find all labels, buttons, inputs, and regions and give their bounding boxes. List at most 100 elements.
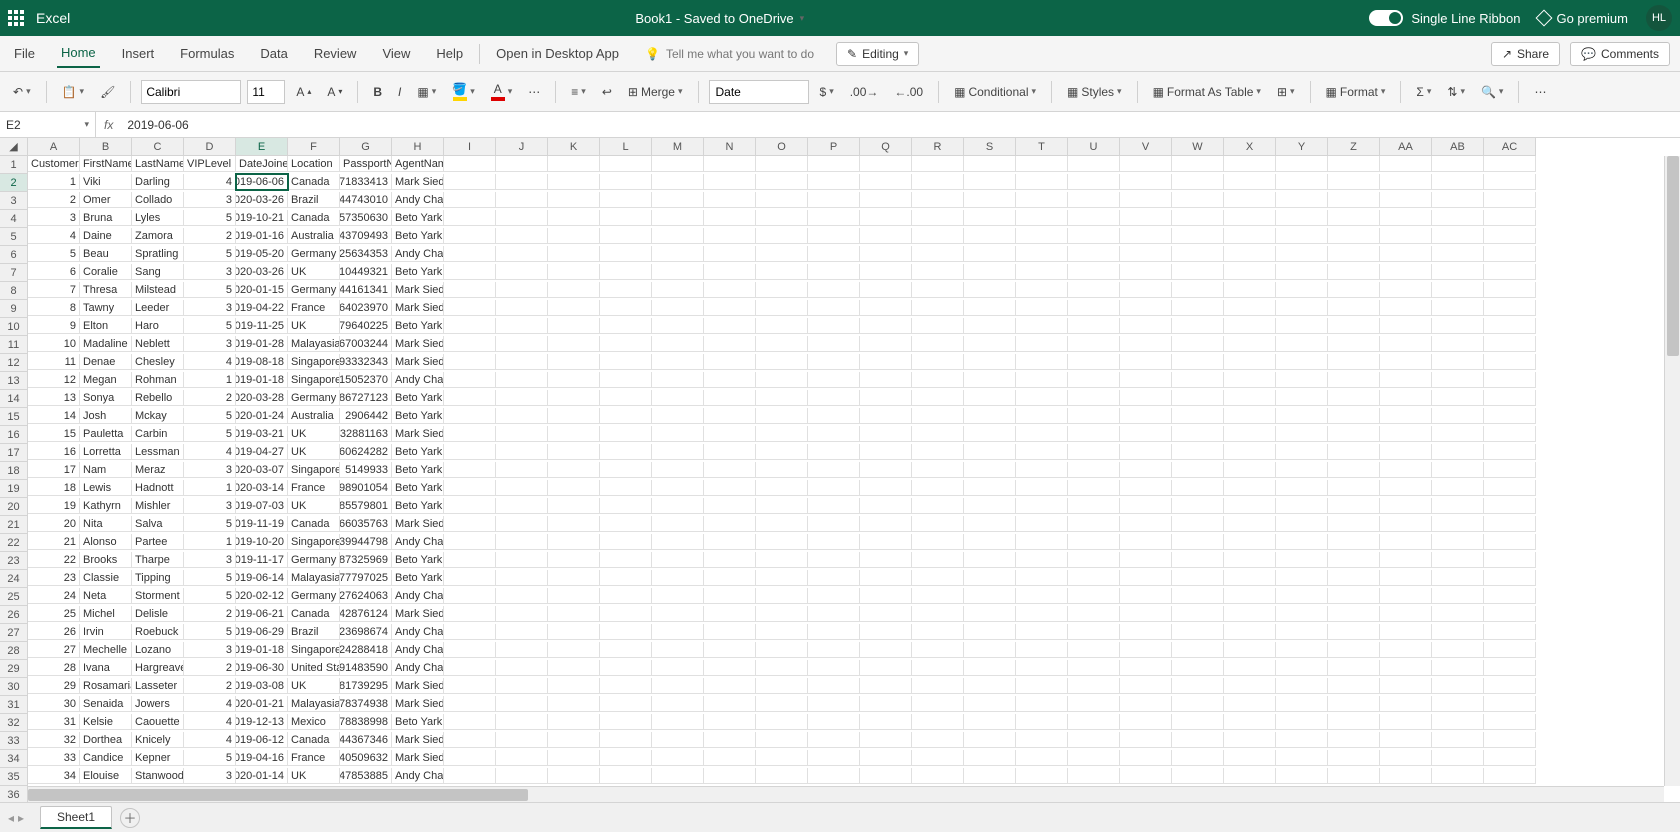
column-header[interactable]: S — [964, 138, 1016, 156]
cell[interactable]: Kathyrn — [80, 498, 132, 514]
cell[interactable]: 1 — [184, 534, 236, 550]
cell[interactable] — [808, 732, 860, 748]
cell[interactable] — [652, 300, 704, 316]
cell[interactable]: Storment — [132, 588, 184, 604]
cell[interactable] — [600, 300, 652, 316]
cell[interactable] — [548, 444, 600, 460]
cell[interactable] — [1016, 156, 1068, 172]
cell[interactable] — [600, 750, 652, 766]
italic-button[interactable]: I — [393, 82, 406, 102]
cell[interactable] — [1328, 714, 1380, 730]
cell[interactable]: Rosamaria — [80, 678, 132, 694]
cell[interactable] — [1432, 516, 1484, 532]
cell[interactable] — [912, 408, 964, 424]
cell[interactable] — [1276, 696, 1328, 712]
cell[interactable] — [1224, 660, 1276, 676]
column-header[interactable]: G — [340, 138, 392, 156]
cell[interactable]: 5 — [184, 588, 236, 604]
cell[interactable] — [600, 228, 652, 244]
cell[interactable] — [1172, 588, 1224, 604]
cell[interactable] — [1016, 624, 1068, 640]
cell[interactable]: 2019-01-18 — [236, 642, 288, 658]
row-header[interactable]: 5 — [0, 228, 28, 246]
cell[interactable] — [1172, 480, 1224, 496]
cell[interactable] — [1016, 192, 1068, 208]
cell[interactable]: Beto Yark — [392, 462, 444, 478]
cell[interactable] — [860, 174, 912, 190]
cell[interactable] — [1328, 480, 1380, 496]
cell[interactable] — [1172, 768, 1224, 784]
row-header[interactable]: 27 — [0, 624, 28, 642]
row-header[interactable]: 21 — [0, 516, 28, 534]
cell[interactable]: 2 — [184, 660, 236, 676]
cell[interactable] — [444, 516, 496, 532]
cell[interactable] — [444, 300, 496, 316]
name-box[interactable]: E2 ▾ — [0, 112, 96, 137]
cell[interactable] — [912, 642, 964, 658]
row-header[interactable]: 16 — [0, 426, 28, 444]
cell[interactable]: Andy Champan — [392, 372, 444, 388]
cell[interactable] — [1068, 732, 1120, 748]
cell[interactable] — [808, 678, 860, 694]
merge-button[interactable]: ⊞ Merge▾ — [623, 82, 688, 102]
cell[interactable] — [756, 552, 808, 568]
cell[interactable] — [1380, 552, 1432, 568]
cell[interactable] — [600, 354, 652, 370]
cell[interactable] — [496, 750, 548, 766]
cell[interactable] — [1172, 678, 1224, 694]
cell[interactable] — [1016, 336, 1068, 352]
cell[interactable] — [860, 426, 912, 442]
cell[interactable] — [704, 246, 756, 262]
cell[interactable] — [912, 444, 964, 460]
row-header[interactable]: 22 — [0, 534, 28, 552]
cell[interactable] — [496, 588, 548, 604]
cell[interactable] — [808, 210, 860, 226]
cell[interactable] — [1484, 174, 1536, 190]
cell[interactable]: Kelsie — [80, 714, 132, 730]
cell[interactable] — [808, 192, 860, 208]
cell[interactable] — [704, 408, 756, 424]
cell[interactable]: 14 — [28, 408, 80, 424]
cell[interactable] — [1276, 660, 1328, 676]
cell[interactable] — [1484, 390, 1536, 406]
cell[interactable] — [912, 750, 964, 766]
cell[interactable] — [808, 696, 860, 712]
cell[interactable] — [912, 660, 964, 676]
cell[interactable] — [1016, 552, 1068, 568]
cell[interactable]: 4 — [184, 732, 236, 748]
cell[interactable]: Malayasia — [288, 696, 340, 712]
cell[interactable] — [1224, 300, 1276, 316]
cell[interactable] — [1484, 660, 1536, 676]
cell[interactable] — [808, 228, 860, 244]
cell[interactable] — [1484, 678, 1536, 694]
cell[interactable]: 79640225 — [340, 318, 392, 334]
cell[interactable] — [652, 552, 704, 568]
cell[interactable]: Beau — [80, 246, 132, 262]
menu-tab-review[interactable]: Review — [310, 40, 361, 67]
cell[interactable] — [1172, 318, 1224, 334]
cell[interactable] — [548, 660, 600, 676]
cell[interactable] — [912, 768, 964, 784]
cell[interactable] — [652, 192, 704, 208]
open-in-desktop-button[interactable]: Open in Desktop App — [492, 40, 623, 67]
cell[interactable] — [1432, 174, 1484, 190]
cell[interactable] — [1484, 516, 1536, 532]
cell[interactable] — [756, 750, 808, 766]
cell[interactable]: 25634353 — [340, 246, 392, 262]
cell[interactable] — [1120, 534, 1172, 550]
cell[interactable] — [964, 570, 1016, 586]
cell[interactable]: Sonya — [80, 390, 132, 406]
cell[interactable]: Australia — [288, 228, 340, 244]
cell[interactable]: 10449321 — [340, 264, 392, 280]
font-color-button[interactable]: A▾ — [486, 80, 518, 104]
cell[interactable] — [1068, 426, 1120, 442]
cell[interactable] — [1120, 372, 1172, 388]
cell[interactable] — [600, 570, 652, 586]
cell[interactable] — [1380, 714, 1432, 730]
cell[interactable]: 27 — [28, 642, 80, 658]
cell[interactable] — [912, 534, 964, 550]
cell[interactable] — [1276, 354, 1328, 370]
cell[interactable]: 60624282 — [340, 444, 392, 460]
decrease-decimal-button[interactable]: .00→ — [845, 82, 884, 102]
cell[interactable] — [964, 372, 1016, 388]
